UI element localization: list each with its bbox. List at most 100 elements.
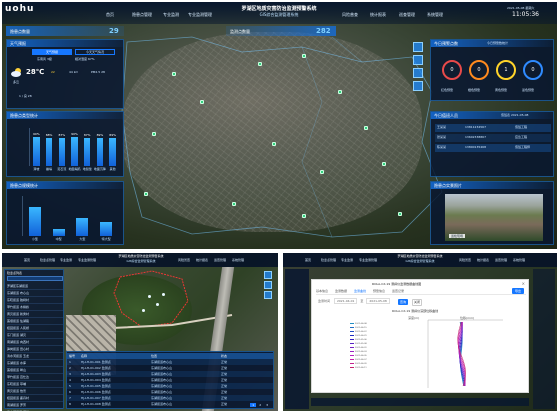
pager-3[interactable]: 3 [264,403,270,407]
export-button[interactable]: 导出 [512,288,524,294]
map-marker[interactable] [172,72,176,76]
detail-measure-icon[interactable] [264,281,272,289]
map-marker[interactable] [302,54,306,58]
bar[interactable] [33,137,40,166]
map-marker[interactable] [144,192,148,196]
nav-item-stats[interactable]: 统计报表 [370,12,386,18]
detail-layers-icon[interactable] [264,271,272,279]
legend-swatch [350,363,354,364]
sensor-point[interactable] [148,295,151,298]
sensor-point[interactable] [156,303,159,306]
hazard-scale-chart-panel: 隐患点规模统计 小型 中型 大型 特大型 [6,181,124,245]
legend-label: 2021-04-09 [355,363,367,365]
weather-metric-4: PM2.5 28 [91,70,105,74]
header-time: 11:05:36 [512,11,539,18]
table-row[interactable]: 8 HJ-LH-01-008 监测点 东湖街道布心山 正常 [67,401,273,407]
duty-phone: 13800135468 [465,145,486,149]
layers-icon[interactable] [413,42,423,52]
bar[interactable] [100,221,113,236]
bar[interactable] [71,137,78,166]
chart-nav-patrol[interactable]: 巡查管理 [495,258,507,262]
sensor-point[interactable] [142,309,145,312]
cloud-sun-icon [11,68,23,77]
map-marker[interactable] [382,162,386,166]
chart-nav-home[interactable]: 首页 [305,258,311,262]
legend-label: 2021-04-08 [355,323,367,325]
hazard-type-chart-area: 90% 滑坡 88% 崩塌 87% 泥石流 90% 地面塌陷 87% 地裂缝 89% 地面沉降 89% 其… [29,128,119,171]
map-marker[interactable] [258,62,262,66]
duty-role: 应急工程 [515,135,528,139]
query-button[interactable]: 查询 [398,299,408,305]
sensor-point[interactable] [162,293,165,296]
pager-1[interactable]: 1 [250,403,257,407]
measure-icon[interactable] [413,55,423,65]
legend-label: 2021-04-01 [355,347,367,349]
bar[interactable] [76,218,89,236]
chart-nav-monitor[interactable]: 专业监测 [341,258,353,262]
weather-tab-today[interactable]: 今天天气情况 [75,49,115,55]
chart-nav-monitor-manage[interactable]: 专业监测管理 [359,258,377,262]
chart-nav-system[interactable]: 系统管理 [513,258,525,262]
chart-nav-stats[interactable]: 统计报表 [477,258,489,262]
map-marker[interactable] [302,214,306,218]
nav-item-risk[interactable]: 风险普查 [342,12,358,18]
tab-data[interactable]: 监测数据 [335,289,347,293]
map-marker[interactable] [232,202,236,206]
legend-label: 2021-05-08 [355,343,367,345]
warning-ring-red[interactable]: 0 [442,60,462,80]
weather-tab-forecast[interactable]: 天气预报 [32,49,72,55]
nav-item-monitor[interactable]: 专业监测 [163,12,179,18]
map-marker[interactable] [152,132,156,136]
bar[interactable] [28,207,41,236]
map-marker[interactable] [338,90,342,94]
map-marker[interactable] [364,126,368,130]
map-marker[interactable] [200,100,204,104]
legend-item[interactable]: 2021-04-11 [350,366,372,370]
tab-warning[interactable]: 预警信息 [373,289,385,293]
nav-item-system[interactable]: 系统管理 [427,12,443,18]
fullscreen-icon[interactable] [413,81,423,91]
filter-start[interactable]: 2021-04-01 [333,298,358,304]
map-marker[interactable] [320,170,324,174]
header-date: 2021-05-08 星期六 [507,6,535,10]
filter-end[interactable]: 2021-05-08 [366,298,390,304]
close-icon[interactable]: × [522,281,525,286]
detail-locate-icon[interactable] [264,291,272,299]
pager-2[interactable]: 2 [257,403,263,407]
tab-basic[interactable]: 基本信息 [316,289,328,293]
bar[interactable] [58,138,65,166]
table-cell: 正常 [221,402,228,406]
nav-item-hazard[interactable]: 隐患点管理 [132,12,152,18]
bar-category-label: 崩塌 [46,167,53,171]
legend-label: 2021-04-15 [355,327,367,329]
chart-nav-hazard[interactable]: 隐患点管理 [321,258,336,262]
bar[interactable] [45,137,53,166]
chart-nav-risk[interactable]: 风险普查 [459,258,471,262]
legend-swatch [350,347,354,348]
tab-curve[interactable]: 监测曲线 [354,289,366,293]
bar[interactable] [84,138,91,166]
hazard-count-bar[interactable]: 隐患点数量 29 [6,26,124,36]
weather-aqi: 1 / 良 28 [19,94,32,98]
table-cell: HJ-LH-01-008 监测点 [81,402,111,406]
warning-ring-orange[interactable]: 0 [469,60,489,80]
nav-item-home[interactable]: 首页 [106,12,114,18]
hazard-type-chart-panel: 隐患点类型统计 90% 滑坡 88% 崩塌 87% 泥石流 90% 地面塌陷 87% 地裂缝 89%… [6,111,124,177]
locate-icon[interactable] [413,68,423,78]
hazard-scale-chart-area: 小型 中型 大型 特大型 [22,196,118,241]
nav-item-monitor-manage[interactable]: 专业监测管理 [188,12,212,18]
bar[interactable] [96,137,104,166]
bar[interactable] [109,137,116,166]
bar[interactable] [52,228,65,236]
map-marker[interactable] [398,212,402,216]
chart-bottom-bar [311,398,529,406]
legend-swatch [350,355,354,356]
tab-patrol[interactable]: 巡查记录 [392,289,404,293]
close-button[interactable]: 关闭 [412,299,422,306]
site-photo[interactable]: 巡检现场 [445,194,543,241]
nav-item-patrol[interactable]: 巡查管理 [399,12,415,18]
map-marker[interactable] [272,142,276,146]
warning-ring-blue[interactable]: 0 [523,60,543,80]
warning-ring-yellow[interactable]: 1 [496,60,516,80]
monitor-count-bar[interactable]: 监测点数量 282 [226,26,336,36]
